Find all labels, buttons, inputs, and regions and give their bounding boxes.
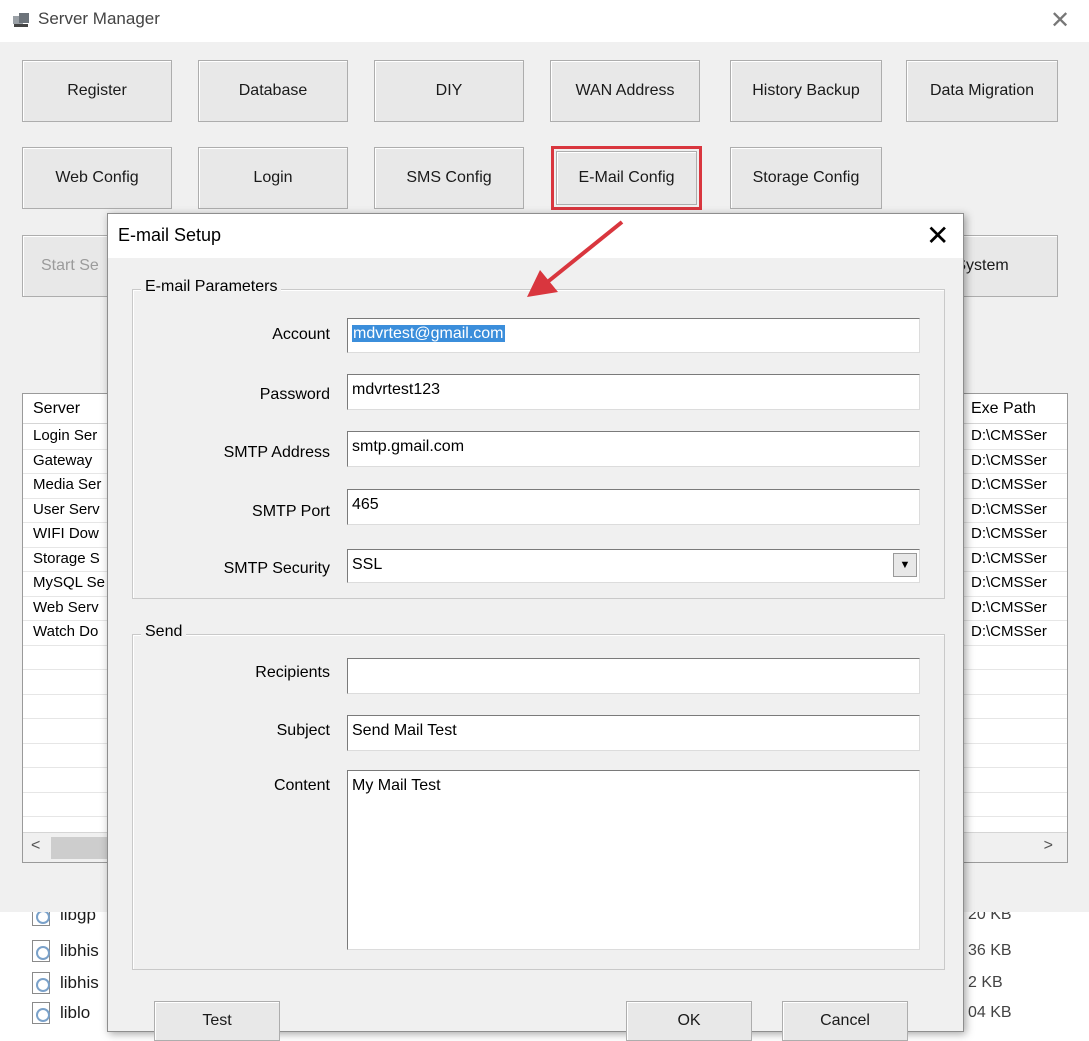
login-button[interactable]: Login	[198, 147, 348, 209]
group-legend: Send	[141, 623, 187, 641]
server-name: Gateway	[33, 451, 93, 469]
content-textarea[interactable]: My Mail Test	[347, 770, 920, 950]
column-exe-path[interactable]: Exe Path	[971, 400, 1036, 418]
subject-label: Subject	[276, 722, 330, 739]
exe-path: D:\CMSSer	[971, 598, 1047, 616]
database-button[interactable]: Database	[198, 60, 348, 122]
scroll-right-icon[interactable]: >	[1044, 837, 1053, 855]
account-label: Account	[272, 326, 330, 343]
file-icon	[32, 940, 50, 962]
file-name: liblo	[60, 1003, 91, 1022]
cancel-button[interactable]: Cancel	[782, 1001, 908, 1041]
web-config-button[interactable]: Web Config	[22, 147, 172, 209]
smtp-security-value: SSL	[352, 556, 383, 573]
exe-path: D:\CMSSer	[971, 574, 1047, 591]
account-input[interactable]: mdvrtest@gmail.com	[347, 318, 920, 353]
exe-path: D:\CMSSer	[971, 549, 1047, 567]
exe-path: D:\CMSSer	[971, 525, 1047, 542]
app-icon	[13, 13, 29, 27]
exe-path: D:\CMSSer	[971, 451, 1047, 469]
file-row[interactable]: libhis	[32, 968, 99, 998]
group-legend: E-mail Parameters	[141, 278, 282, 296]
smtp-port-input[interactable]: 465	[347, 489, 920, 525]
column-server[interactable]: Server	[33, 400, 80, 418]
email-config-button[interactable]: E-Mail Config	[551, 146, 702, 210]
wan-address-button[interactable]: WAN Address	[550, 60, 700, 122]
server-name: MySQL Se	[33, 574, 105, 591]
window-title: Server Manager	[38, 9, 160, 28]
file-icon	[32, 1002, 50, 1024]
exe-path: D:\CMSSer	[971, 623, 1047, 640]
password-label: Password	[259, 386, 330, 403]
scroll-left-icon[interactable]: <	[31, 837, 40, 855]
exe-path: D:\CMSSer	[971, 500, 1047, 518]
server-name: WIFI Dow	[33, 525, 99, 542]
smtp-port-label: SMTP Port	[252, 503, 330, 520]
sms-config-button[interactable]: SMS Config	[374, 147, 524, 209]
file-name: libhis	[60, 973, 99, 992]
close-icon[interactable]: ✕	[1050, 6, 1070, 35]
data-migration-button[interactable]: Data Migration	[906, 60, 1058, 122]
smtp-security-label: SMTP Security	[223, 560, 330, 577]
file-row[interactable]: liblo	[32, 998, 90, 1028]
account-value: mdvrtest@gmail.com	[352, 325, 505, 342]
file-icon	[32, 972, 50, 994]
recipients-input[interactable]	[347, 658, 920, 694]
subject-input[interactable]: Send Mail Test	[347, 715, 920, 751]
password-input[interactable]: mdvrtest123	[347, 374, 920, 410]
register-button[interactable]: Register	[22, 60, 172, 122]
server-name: Watch Do	[33, 623, 99, 640]
exe-path: D:\CMSSer	[971, 427, 1047, 444]
file-size: 36 KB	[968, 942, 1012, 959]
server-name: User Serv	[33, 500, 100, 518]
file-row[interactable]: libhis	[32, 936, 99, 966]
diy-button[interactable]: DIY	[374, 60, 524, 122]
file-size: 2 KB	[968, 974, 1003, 991]
server-name: Login Ser	[33, 427, 98, 444]
smtp-security-select[interactable]: SSL ▼	[347, 549, 920, 583]
title-bar: Server Manager ✕	[0, 0, 1089, 42]
dropdown-arrow-icon[interactable]: ▼	[893, 553, 917, 577]
test-button[interactable]: Test	[154, 1001, 280, 1041]
file-name: libhis	[60, 941, 99, 960]
server-name: Web Serv	[33, 598, 99, 616]
history-backup-button[interactable]: History Backup	[730, 60, 882, 122]
content-label: Content	[273, 777, 330, 794]
close-icon[interactable]: ✕	[926, 219, 949, 252]
storage-config-button[interactable]: Storage Config	[730, 147, 882, 209]
dialog-title-bar: E-mail Setup ✕	[108, 214, 963, 258]
exe-path: D:\CMSSer	[971, 476, 1047, 493]
dialog-title: E-mail Setup	[118, 225, 222, 245]
ok-button[interactable]: OK	[626, 1001, 752, 1041]
recipients-label: Recipients	[255, 664, 330, 681]
smtp-address-label: SMTP Address	[223, 444, 330, 461]
email-setup-dialog: E-mail Setup ✕ E-mail Parameters Account…	[107, 213, 964, 1041]
smtp-address-input[interactable]: smtp.gmail.com	[347, 431, 920, 467]
server-name: Media Ser	[33, 476, 102, 493]
server-name: Storage S	[33, 549, 100, 567]
file-size: 04 KB	[968, 1004, 1012, 1021]
